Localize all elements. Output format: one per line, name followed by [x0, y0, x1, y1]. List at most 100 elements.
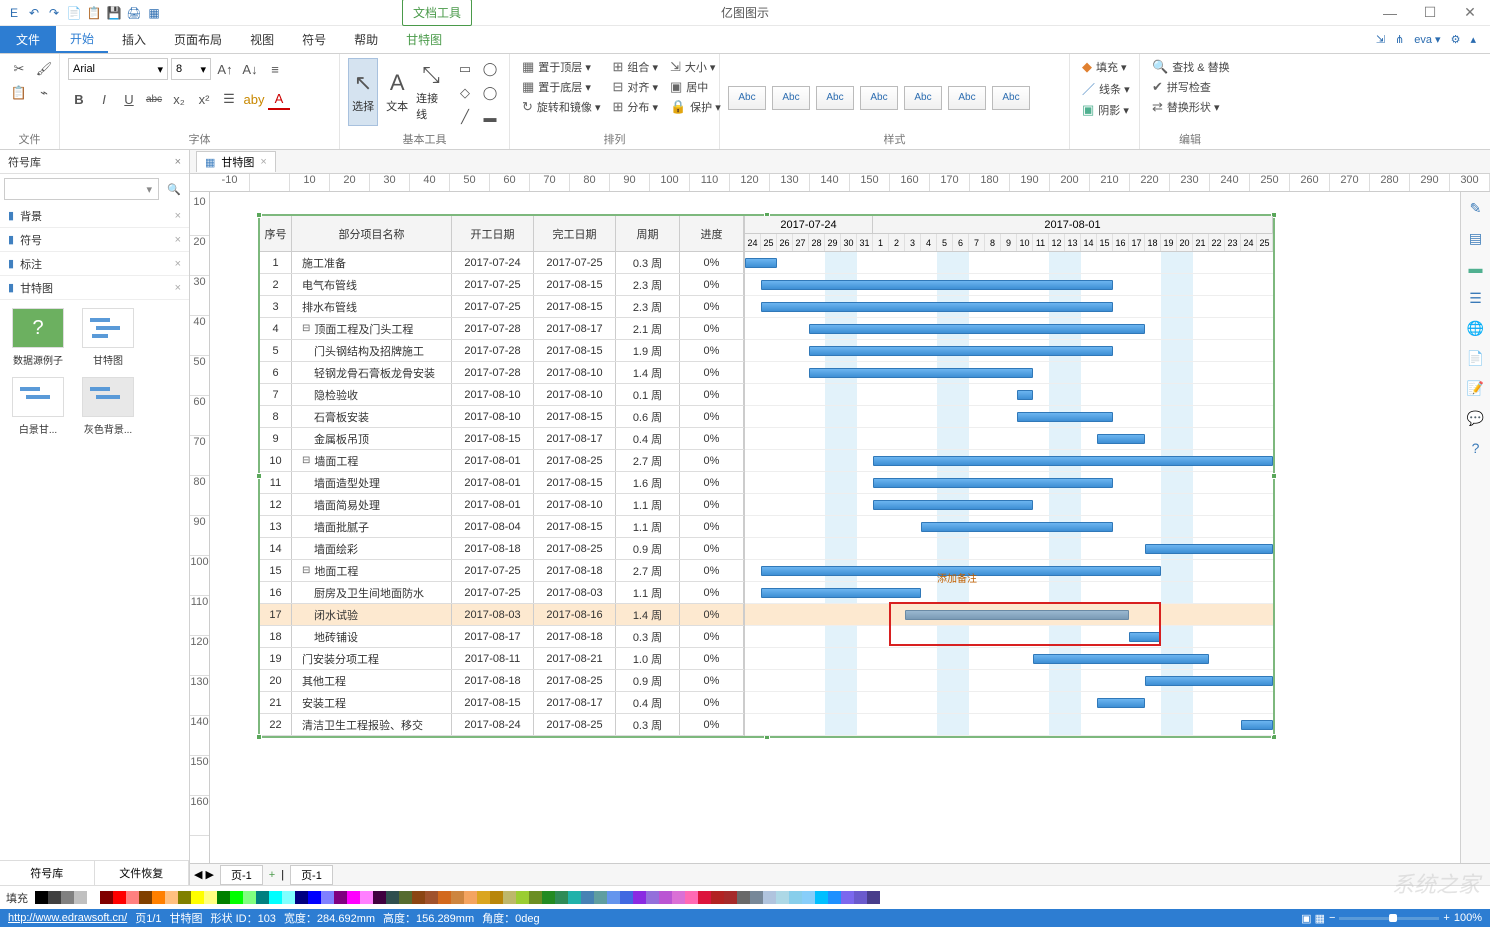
style-swatch[interactable]: Abc: [992, 86, 1030, 110]
color-swatch[interactable]: [828, 891, 841, 904]
search-icon[interactable]: 🔍: [163, 178, 185, 200]
clipboard-icon[interactable]: 📋: [86, 5, 102, 21]
color-swatch[interactable]: [750, 891, 763, 904]
gantt-row[interactable]: 10⊟墙面工程2017-08-012017-08-252.7 周0%: [260, 450, 744, 472]
color-swatch[interactable]: [607, 891, 620, 904]
spellcheck-menu[interactable]: ✔拼写检查: [1148, 78, 1234, 96]
close-pane-icon[interactable]: ×: [175, 156, 181, 168]
color-swatch[interactable]: [620, 891, 633, 904]
color-swatch[interactable]: [152, 891, 165, 904]
color-swatch[interactable]: [269, 891, 282, 904]
color-swatch[interactable]: [685, 891, 698, 904]
gantt-row[interactable]: 2电气布管线2017-07-252017-08-152.3 周0%: [260, 274, 744, 296]
category-callouts[interactable]: ▮标注×: [0, 252, 189, 276]
gantt-bar[interactable]: [809, 324, 1145, 334]
gantt-bar[interactable]: [1241, 720, 1273, 730]
thumb-white-gantt[interactable]: 白景甘...: [8, 377, 68, 436]
file-tab[interactable]: 文件: [0, 26, 56, 53]
color-swatch[interactable]: [61, 891, 74, 904]
gantt-row[interactable]: 11墙面造型处理2017-08-012017-08-151.6 周0%: [260, 472, 744, 494]
gantt-bar[interactable]: [761, 302, 1113, 312]
tool-edit-icon[interactable]: ▤: [1466, 228, 1486, 248]
color-swatch[interactable]: [256, 891, 269, 904]
color-swatch[interactable]: [87, 891, 100, 904]
style-swatch[interactable]: Abc: [728, 86, 766, 110]
copy-icon[interactable]: 📋: [8, 82, 30, 104]
color-swatch[interactable]: [529, 891, 542, 904]
color-swatch[interactable]: [347, 891, 360, 904]
color-swatch[interactable]: [334, 891, 347, 904]
gantt-row[interactable]: 18地砖铺设2017-08-172017-08-180.3 周0%: [260, 626, 744, 648]
color-swatch[interactable]: [230, 891, 243, 904]
color-swatch[interactable]: [568, 891, 581, 904]
thumb-gray-gantt[interactable]: 灰色背景...: [78, 377, 138, 436]
underline-button[interactable]: U: [118, 88, 140, 110]
collapse-ribbon-icon[interactable]: ▴: [1470, 33, 1476, 46]
color-swatch[interactable]: [464, 891, 477, 904]
gantt-bar[interactable]: [809, 346, 1113, 356]
canvas[interactable]: 序号部分项目名称开工日期完工日期周期进度1施工准备2017-07-242017-…: [210, 192, 1460, 863]
color-swatch[interactable]: [555, 891, 568, 904]
gantt-row[interactable]: 3排水布管线2017-07-252017-08-152.3 周0%: [260, 296, 744, 318]
color-swatch[interactable]: [438, 891, 451, 904]
color-swatch[interactable]: [477, 891, 490, 904]
gantt-row[interactable]: 14墙面绘彩2017-08-182017-08-250.9 周0%: [260, 538, 744, 560]
gantt-bar[interactable]: [1017, 390, 1033, 400]
gantt-row[interactable]: 17闭水试验2017-08-032017-08-161.4 周0%: [260, 604, 744, 626]
gantt-row[interactable]: 21安装工程2017-08-152017-08-170.4 周0%: [260, 692, 744, 714]
color-swatch[interactable]: [867, 891, 880, 904]
italic-button[interactable]: I: [93, 88, 115, 110]
tab-symbols[interactable]: 符号: [288, 26, 340, 53]
tool-pencil-icon[interactable]: ✎: [1466, 198, 1486, 218]
fill-menu[interactable]: ◆填充 ▾: [1078, 58, 1134, 76]
color-swatch[interactable]: [204, 891, 217, 904]
add-page-icon[interactable]: +: [269, 869, 275, 881]
color-swatch[interactable]: [35, 891, 48, 904]
bullets-icon[interactable]: ☰: [218, 88, 240, 110]
gantt-row[interactable]: 19门安装分项工程2017-08-112017-08-211.0 周0%: [260, 648, 744, 670]
cut-icon[interactable]: ✂: [8, 58, 30, 80]
gantt-bar[interactable]: [1033, 654, 1209, 664]
color-swatch[interactable]: [724, 891, 737, 904]
color-swatch[interactable]: [672, 891, 685, 904]
gantt-row[interactable]: 6轻钢龙骨石膏板龙骨安装2017-07-282017-08-101.4 周0%: [260, 362, 744, 384]
tab-view[interactable]: 视图: [236, 26, 288, 53]
color-swatch[interactable]: [802, 891, 815, 904]
gantt-bar[interactable]: [873, 478, 1113, 488]
close-button[interactable]: ✕: [1450, 0, 1490, 26]
gantt-bar[interactable]: [761, 280, 1113, 290]
group-menu[interactable]: ⊞组合 ▾: [608, 58, 661, 76]
tab-home[interactable]: 开始: [56, 26, 108, 53]
font-color-icon[interactable]: A: [268, 88, 290, 110]
page-nav[interactable]: ◀ ▶: [194, 868, 214, 881]
category-background[interactable]: ▮背景×: [0, 204, 189, 228]
color-swatch[interactable]: [282, 891, 295, 904]
highlight-color-icon[interactable]: aby: [243, 88, 265, 110]
gantt-bar[interactable]: [873, 456, 1273, 466]
color-swatch[interactable]: [360, 891, 373, 904]
gantt-bar[interactable]: [1145, 544, 1273, 554]
maximize-button[interactable]: ☐: [1410, 0, 1450, 26]
color-swatch[interactable]: [503, 891, 516, 904]
color-swatch[interactable]: [542, 891, 555, 904]
gantt-bar[interactable]: [1097, 434, 1145, 444]
color-swatch[interactable]: [854, 891, 867, 904]
align-menu[interactable]: ⊟对齐 ▾: [608, 78, 661, 96]
status-url[interactable]: http://www.edrawsoft.cn/: [8, 912, 127, 924]
tool-note-icon[interactable]: 📝: [1466, 378, 1486, 398]
style-swatch[interactable]: Abc: [948, 86, 986, 110]
gantt-bar[interactable]: [1145, 676, 1273, 686]
gantt-row[interactable]: 5门头钢结构及招牌施工2017-07-282017-08-151.9 周0%: [260, 340, 744, 362]
color-swatch[interactable]: [74, 891, 87, 904]
color-swatch[interactable]: [243, 891, 256, 904]
gantt-bar[interactable]: [921, 522, 1113, 532]
style-swatch[interactable]: Abc: [816, 86, 854, 110]
text-tool-button[interactable]: A文本: [382, 58, 412, 126]
color-swatch[interactable]: [113, 891, 126, 904]
document-tab[interactable]: ▦甘特图×: [196, 151, 276, 172]
gantt-row[interactable]: 4⊟顶面工程及门头工程2017-07-282017-08-172.1 周0%: [260, 318, 744, 340]
send-back-menu[interactable]: ▦置于底层 ▾: [518, 78, 604, 96]
tab-help[interactable]: 帮助: [340, 26, 392, 53]
select-tool-button[interactable]: ↖选择: [348, 58, 378, 126]
style-swatch[interactable]: Abc: [772, 86, 810, 110]
